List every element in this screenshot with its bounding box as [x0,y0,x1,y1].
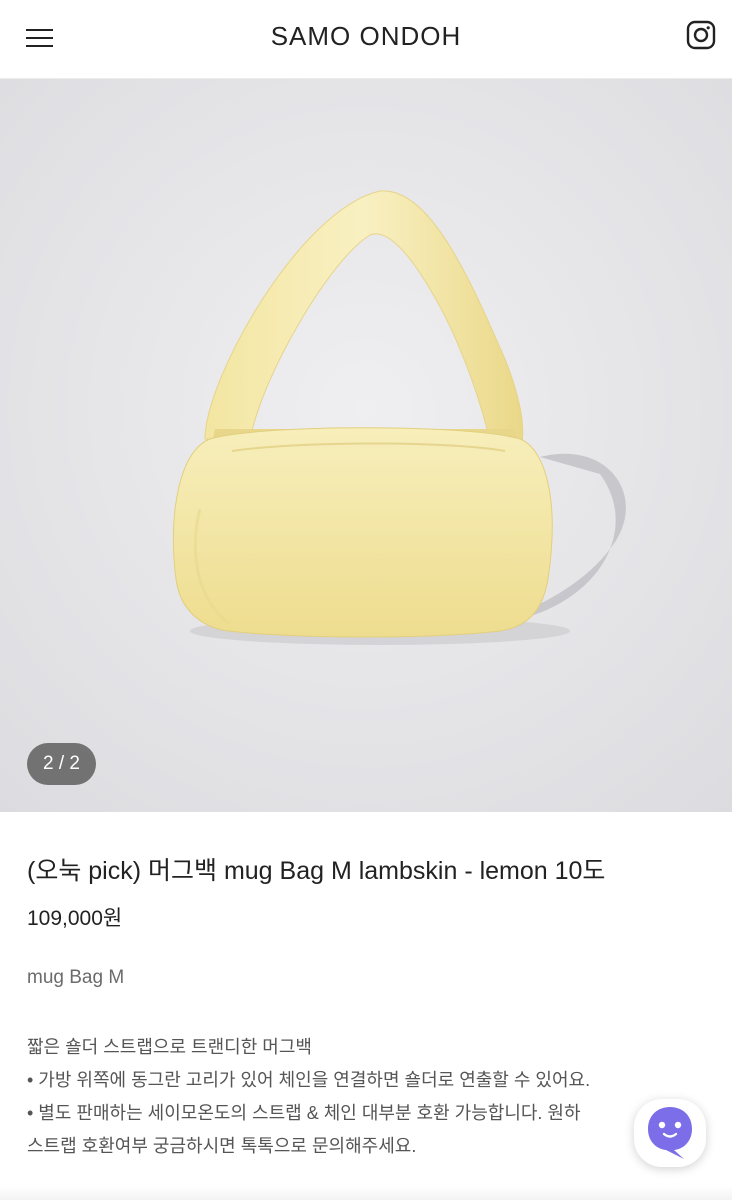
description-line: 짧은 숄더 스트랩으로 트랜디한 머그백 [27,1037,312,1057]
chat-bot-icon [648,1107,692,1159]
description-line: • 가방 위쪽에 동그란 고리가 있어 체인을 연결하면 숄더로 연출할 수 있… [27,1070,591,1090]
bag-body [172,427,553,638]
bottom-edge [0,1186,732,1200]
product-description: 짧은 숄더 스트랩으로 트랜디한 머그백 • 가방 위쪽에 동그란 고리가 있어… [27,1031,717,1163]
product-price: 109,000원 [27,907,123,930]
chat-button[interactable] [634,1099,706,1167]
product-title: (오눅 pick) 머그백 mug Bag M lambskin - lemon… [27,857,606,885]
description-line: • 별도 판매하는 세이모온도의 스트랩 & 체인 대부분 호환 가능합니다. … [27,1103,581,1123]
product-subtitle: mug Bag M [27,967,125,988]
image-counter: 2 / 2 [27,743,96,785]
product-image[interactable] [0,79,732,812]
brand-logo[interactable]: SAMO ONDOH [0,21,732,52]
description-line: 스트랩 호환여부 궁금하시면 톡톡으로 문의해주세요. [27,1136,417,1156]
instagram-icon[interactable] [686,20,716,50]
hamburger-menu-icon[interactable] [26,26,54,50]
top-header: SAMO ONDOH [0,0,732,79]
